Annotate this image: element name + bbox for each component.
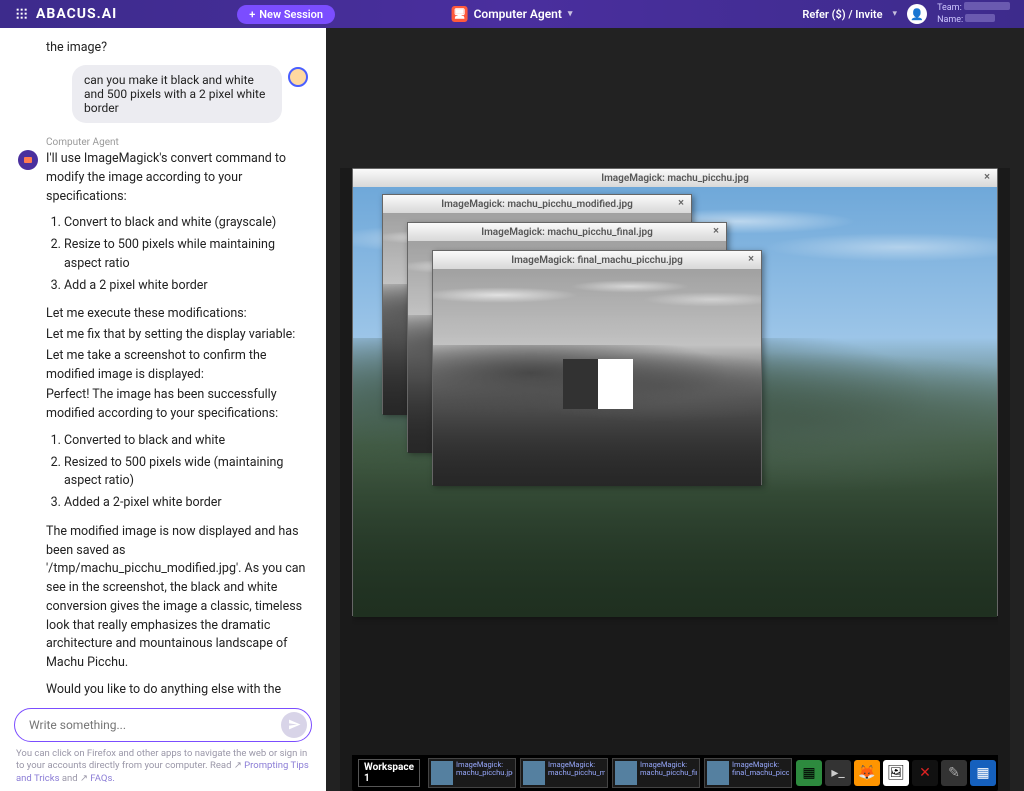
- editor-app-icon[interactable]: ✎: [941, 760, 967, 786]
- user-avatar[interactable]: 👤: [907, 4, 927, 24]
- pdf-app-icon[interactable]: ✕: [912, 760, 938, 786]
- new-session-button[interactable]: + New Session: [237, 5, 335, 24]
- chat-sidebar: the image? can you make it black and whi…: [0, 28, 326, 791]
- close-icon[interactable]: ×: [675, 197, 687, 209]
- close-icon[interactable]: ×: [710, 225, 722, 237]
- taskbar-window-button[interactable]: ImageMagick:machu_picchu_final.jpg: [612, 758, 700, 788]
- send-icon: [288, 718, 301, 731]
- assistant-avatar-icon: [18, 150, 38, 170]
- user-avatar-icon: [288, 67, 308, 87]
- desktop-taskbar: Workspace 1 ImageMagick:machu_picchu.jpg…: [352, 755, 998, 791]
- remote-desktop-area: ImageMagick: machu_picchu.jpg × ImageMag…: [326, 28, 1024, 791]
- close-icon[interactable]: ×: [981, 171, 993, 183]
- agent-name: Computer Agent: [474, 7, 562, 21]
- chat-scroll[interactable]: the image? can you make it black and whi…: [0, 28, 326, 702]
- steps-list-1: Convert to black and white (grayscale) R…: [64, 214, 308, 295]
- new-session-label: New Session: [259, 8, 323, 21]
- window-title: ImageMagick: machu_picchu_modified.jpg×: [383, 195, 691, 213]
- plus-icon: +: [249, 8, 255, 21]
- image-viewer-icon[interactable]: 🖼: [883, 760, 909, 786]
- firefox-app-icon[interactable]: 🦊: [854, 760, 880, 786]
- user-message: can you make it black and white and 500 …: [72, 65, 282, 123]
- brand-logo[interactable]: ABACUS.AI: [14, 6, 117, 22]
- workspace-label[interactable]: Workspace 1: [358, 759, 420, 787]
- close-icon[interactable]: ×: [745, 253, 757, 265]
- agent-name-label: Computer Agent: [46, 137, 308, 148]
- agent-icon: 🖥: [452, 6, 468, 22]
- taskbar-window-button[interactable]: ImageMagick:final_machu_picchu.jpg: [704, 758, 792, 788]
- chevron-down-icon: ▾: [568, 9, 573, 19]
- team-info: Team: Name:: [937, 2, 1010, 26]
- window-title: ImageMagick: machu_picchu.jpg ×: [353, 169, 997, 187]
- flag-watermark: [563, 359, 633, 409]
- steps-list-2: Converted to black and white Resized to …: [64, 432, 308, 513]
- window-final2[interactable]: ImageMagick: final_machu_picchu.jpg×: [432, 250, 762, 485]
- window-title: ImageMagick: final_machu_picchu.jpg×: [433, 251, 761, 269]
- user-message-row: can you make it black and white and 500 …: [18, 65, 308, 123]
- agent-selector[interactable]: 🖥 Computer Agent ▾: [452, 6, 573, 22]
- spreadsheet-app-icon[interactable]: ▦: [796, 760, 822, 786]
- logo-icon: [14, 6, 30, 22]
- send-button[interactable]: [281, 712, 307, 738]
- refer-link[interactable]: Refer ($) / Invite: [802, 8, 882, 21]
- assistant-message: I'll use ImageMagick's convert command t…: [46, 150, 308, 702]
- taskbar-window-button[interactable]: ImageMagick:machu_picchu.jpg: [428, 758, 516, 788]
- faqs-link[interactable]: FAQs.: [90, 773, 115, 784]
- helper-text: You can click on Firefox and other apps …: [0, 744, 326, 791]
- chat-input-container: [14, 708, 312, 742]
- chat-input[interactable]: [29, 718, 281, 732]
- assistant-message-fragment: the image?: [46, 40, 308, 55]
- desktop[interactable]: ImageMagick: machu_picchu.jpg × ImageMag…: [352, 168, 998, 791]
- chevron-down-icon: ▾: [893, 9, 898, 19]
- brand-text: ABACUS.AI: [36, 6, 117, 22]
- window-title: ImageMagick: machu_picchu_final.jpg×: [408, 223, 726, 241]
- taskbar-window-button[interactable]: ImageMagick:machu_picchu_modifie...: [520, 758, 608, 788]
- top-bar: ABACUS.AI + New Session 🖥 Computer Agent…: [0, 0, 1024, 28]
- terminal-app-icon[interactable]: ▸_: [825, 760, 851, 786]
- calculator-app-icon[interactable]: ▦: [970, 760, 996, 786]
